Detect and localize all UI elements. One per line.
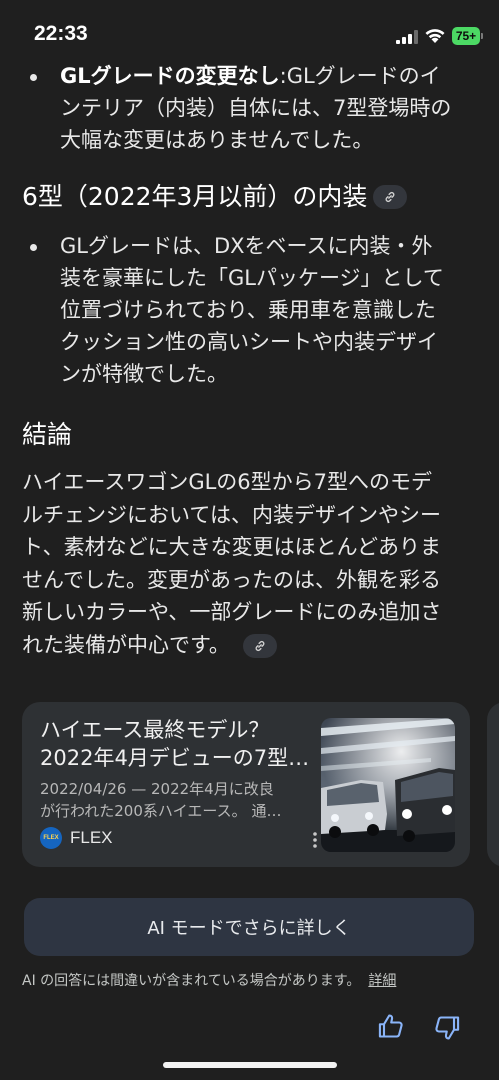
battery-tip [481, 33, 483, 39]
bullet-text-line: :GLグレードのイ [279, 64, 441, 88]
bullet-text-line: 大幅な変更はありませんでした。 [60, 128, 374, 152]
link-icon [385, 191, 395, 203]
details-link[interactable]: 詳細 [368, 973, 396, 989]
ai-overview-content: GLグレードの変更なし:GLグレードのイ ンテリア（内装）自体には、7型登場時の… [22, 56, 482, 661]
paragraph-line: ト、素材などに大きな変更はほとんどありま [22, 535, 441, 559]
bullet-dot [30, 74, 37, 81]
paragraph-line: れた装備が中心です。 [22, 632, 230, 657]
page: 22:33 75+ GLグレードの変更なし:GLグレードのイ ンテリア（内装）自… [0, 0, 499, 1080]
card-snippet-line: が行われた200系ハイエース。 通… [40, 802, 282, 820]
status-time: 22:33 [34, 22, 88, 45]
battery-indicator: 75+ [452, 27, 480, 45]
source-card[interactable]: ハイエース最終モデル？ 2022年4月デビューの7型… 2022/04/26 —… [22, 702, 470, 867]
paragraph-line: せんでした。変更があったのは、外観を彩る [22, 567, 441, 592]
more-vert-icon[interactable] [310, 830, 320, 850]
disclaimer-text: AI の回答には間違いが含まれている場合があります。 [22, 973, 361, 989]
heading-text: 6型（2022年3月以前）の内装 [22, 182, 368, 211]
card-snippet-line: 2022/04/26 — 2022年4月に改良 [40, 780, 274, 798]
flex-logo: FLEX [40, 827, 62, 849]
link-chip[interactable] [373, 185, 408, 209]
link-icon [255, 640, 265, 651]
wifi-icon [425, 29, 445, 43]
paragraph-line: ルチェンジにおいては、内装デザインやシー [22, 502, 441, 527]
ai-disclaimer: AI の回答には間違いが含まれている場合があります。 詳細 [22, 970, 396, 990]
source-card-snippet: 2022/04/26 — 2022年4月に改良 が行われた200系ハイエース。 … [40, 778, 330, 822]
bullet-text-line: ンが特徴でした。 [60, 362, 228, 386]
thumb-down-icon[interactable] [433, 1014, 461, 1042]
bullet-text-line: 装を豪華にした「GLパッケージ」として [60, 266, 444, 290]
paragraph-line: ハイエースワゴンGLの6型から7型へのモデ [22, 470, 433, 494]
logo-text: FLEX [43, 835, 59, 841]
bullet-text-line: ンテリア（内装）自体には、7型登場時の [60, 96, 452, 120]
battery-level: 75+ [455, 29, 477, 43]
thumb-up-icon[interactable] [377, 1012, 405, 1040]
source-thumbnail-image [321, 718, 455, 852]
home-indicator[interactable] [163, 1062, 337, 1068]
paragraph-line: 新しいカラーや、一部グレードにのみ追加さ [22, 600, 442, 624]
cellular-signal-icon [396, 30, 418, 44]
section-heading-conclusion: 結論 [22, 418, 482, 452]
ai-mode-button[interactable]: AI モードでさらに詳しく [24, 898, 474, 956]
heading-text: 結論 [22, 420, 73, 449]
ai-mode-button-label: AI モードでさらに詳しく [147, 918, 351, 939]
bullet-dot [30, 244, 37, 251]
next-source-card[interactable] [487, 702, 499, 867]
card-title-line: ハイエース最終モデル？ [40, 718, 270, 742]
bullet-text-line: 位置づけられており、乗用車を意識した [60, 298, 436, 322]
link-chip[interactable] [242, 633, 277, 658]
source-site: FLEX FLEX [40, 827, 113, 849]
source-card-title: ハイエース最終モデル？ 2022年4月デビューの7型… [40, 716, 320, 772]
bullet-text-line: クッション性の高いシートや内装デザイ [60, 330, 438, 354]
bullet-text-line: GLグレードは、DXをベースに内装・外 [60, 234, 433, 258]
card-title-line: 2022年4月デビューの7型… [40, 746, 310, 770]
conclusion-paragraph: ハイエースワゴンGLの6型から7型へのモデ ルチェンジにおいては、内装デザインや… [22, 466, 482, 661]
section-heading-6gata: 6型（2022年3月以前）の内装 [22, 180, 482, 214]
bullet-bold-label: GLグレードの変更なし [60, 64, 280, 88]
bullet-gl-package: GLグレードは、DXをベースに内装・外 装を豪華にした「GLパッケージ」として … [22, 230, 482, 390]
bullet-gl-no-change: GLグレードの変更なし:GLグレードのイ ンテリア（内装）自体には、7型登場時の… [22, 60, 482, 156]
source-name: FLEX [70, 828, 113, 847]
